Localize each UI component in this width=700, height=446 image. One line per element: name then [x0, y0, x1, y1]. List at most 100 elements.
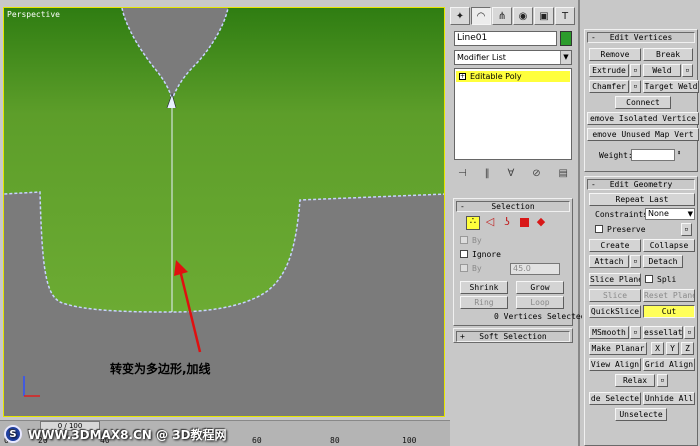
edit-vertices-rollout: - Edit Vertices Remove Break Extrude ▫ We…: [584, 29, 699, 172]
soft-selection-rollout: + Soft Selection: [453, 328, 573, 343]
msmooth-settings-icon[interactable]: ▫: [630, 326, 641, 339]
extrude-button[interactable]: Extrude: [589, 64, 629, 77]
border-mode-icon[interactable]: ʖ: [500, 216, 514, 230]
polygon-mode-icon[interactable]: [517, 216, 531, 230]
spinner-arrows-icon[interactable]: ⬍: [677, 149, 681, 157]
attach-list-icon[interactable]: ▫: [630, 255, 641, 268]
expand-icon[interactable]: +: [459, 73, 466, 80]
display-tab-icon[interactable]: ▣: [534, 7, 554, 25]
loop-button[interactable]: Loop: [516, 296, 564, 309]
msmooth-button[interactable]: MSmooth: [589, 326, 629, 339]
split-label: Spli: [657, 275, 677, 284]
timeline-tick: 80: [330, 436, 340, 445]
repeat-last-button[interactable]: Repeat Last: [589, 193, 695, 206]
unhide-all-button[interactable]: Unhide All: [643, 392, 695, 405]
make-planar-button[interactable]: Make Planar: [589, 342, 647, 355]
relax-settings-icon[interactable]: ▫: [657, 374, 668, 387]
reset-plane-button[interactable]: Reset Plane: [643, 289, 695, 302]
ignore-backfacing-checkbox[interactable]: [460, 250, 468, 258]
constraints-dropdown[interactable]: None ▼: [645, 208, 695, 220]
modifier-list-dropdown[interactable]: Modifier List ▼: [454, 50, 572, 65]
remove-modifier-icon[interactable]: ⊘: [532, 168, 540, 179]
utilities-tab-icon[interactable]: T: [555, 7, 575, 25]
preserve-uvs-checkbox[interactable]: [595, 225, 603, 233]
pin-stack-icon[interactable]: ⊣: [458, 168, 467, 179]
object-color-swatch[interactable]: [560, 31, 572, 46]
relax-button[interactable]: Relax: [615, 374, 655, 387]
hide-selected-button[interactable]: de Selecte: [589, 392, 641, 405]
vertex-mode-icon[interactable]: ∴: [466, 216, 480, 230]
by-angle-checkbox[interactable]: [460, 264, 468, 272]
selection-rollout-header[interactable]: - Selection: [456, 201, 570, 212]
collapse-button[interactable]: Collapse: [643, 239, 695, 252]
chamfer-button[interactable]: Chamfer: [589, 80, 629, 93]
watermark-text: WWW.3DMAX8.CN @ 3D教程网: [28, 427, 227, 442]
poly-mesh[interactable]: [4, 8, 445, 312]
stack-item-editable-poly[interactable]: + Editable Poly: [456, 71, 570, 82]
edit-geometry-header[interactable]: - Edit Geometry: [587, 179, 695, 190]
mesh-canvas: [4, 8, 445, 397]
remove-isolated-vertices-button[interactable]: emove Isolated Vertice: [587, 112, 699, 125]
perspective-viewport[interactable]: Perspective 转变为多边形,加线: [3, 7, 445, 417]
angle-spinner[interactable]: 45.0: [510, 263, 560, 275]
break-button[interactable]: Break: [643, 48, 693, 61]
chamfer-settings-icon[interactable]: ▫: [630, 80, 641, 93]
weight-spinner[interactable]: [631, 149, 675, 161]
preserve-uvs-label: Preserve: [607, 225, 646, 234]
ring-button[interactable]: Ring: [460, 296, 508, 309]
detach-button[interactable]: Detach: [643, 255, 683, 268]
axis-tripod-icon: [23, 376, 40, 397]
selection-rollout: - Selection ∴ ◁ ʖ ◆ By Ignore By 45.0 Shr…: [453, 198, 586, 326]
modifier-stack[interactable]: + Editable Poly: [454, 68, 572, 160]
view-align-button[interactable]: View Align: [589, 358, 641, 371]
stack-tools: ⊣ ‖ ∀ ⊘ ▤: [454, 165, 572, 181]
grow-button[interactable]: Grow: [516, 281, 564, 294]
make-unique-icon[interactable]: ∀: [508, 168, 515, 179]
configure-sets-icon[interactable]: ▤: [559, 168, 568, 179]
ignore-backfacing-label: Ignore: [472, 250, 501, 259]
create-button[interactable]: Create: [589, 239, 641, 252]
constraints-value: None: [648, 209, 669, 218]
attach-button[interactable]: Attach: [589, 255, 629, 268]
motion-tab-icon[interactable]: ◉: [513, 7, 533, 25]
quickslice-button[interactable]: QuickSlice: [589, 305, 641, 318]
edge-mode-icon[interactable]: ◁: [483, 216, 497, 230]
show-end-result-icon[interactable]: ‖: [485, 168, 490, 179]
planar-x-button[interactable]: X: [651, 342, 664, 355]
planar-z-button[interactable]: Z: [681, 342, 694, 355]
preserve-settings-icon[interactable]: ▫: [681, 223, 692, 236]
weight-label: Weight:: [599, 151, 633, 160]
by-vertex-checkbox[interactable]: [460, 236, 468, 244]
modify-tab-icon[interactable]: ◠: [471, 7, 491, 25]
tessellate-settings-icon[interactable]: ▫: [684, 326, 695, 339]
split-checkbox[interactable]: [645, 275, 653, 283]
timeline-tick: 60: [252, 436, 262, 445]
extrude-settings-icon[interactable]: ▫: [630, 64, 641, 77]
hide-unselected-button[interactable]: Unselecte: [615, 408, 667, 421]
connect-button[interactable]: Connect: [615, 96, 671, 109]
weld-settings-icon[interactable]: ▫: [682, 64, 693, 77]
object-name-field[interactable]: Line01: [454, 31, 557, 46]
remove-button[interactable]: Remove: [589, 48, 641, 61]
command-panel: ✦ ◠ ⋔ ◉ ▣ T Line01 Modifier List ▼ + Edi…: [450, 3, 586, 446]
panel-divider: [578, 0, 580, 446]
tessellate-button[interactable]: essellat: [643, 326, 683, 339]
timeline-tick: 100: [402, 436, 417, 445]
create-tab-icon[interactable]: ✦: [450, 7, 470, 25]
planar-y-button[interactable]: Y: [666, 342, 679, 355]
hierarchy-tab-icon[interactable]: ⋔: [492, 7, 512, 25]
by-vertex-label: By: [472, 236, 482, 245]
slice-button[interactable]: Slice: [589, 289, 641, 302]
watermark: S WWW.3DMAX8.CN @ 3D教程网: [4, 424, 227, 444]
viewport-label[interactable]: Perspective: [7, 10, 60, 19]
edit-vertices-header[interactable]: - Edit Vertices: [587, 32, 695, 43]
soft-selection-rollout-header[interactable]: + Soft Selection: [456, 331, 570, 342]
grid-align-button[interactable]: Grid Align: [643, 358, 695, 371]
slice-plane-button[interactable]: Slice Plane: [589, 273, 641, 286]
weld-button[interactable]: Weld: [643, 64, 681, 77]
cut-button[interactable]: Cut: [643, 305, 695, 318]
element-mode-icon[interactable]: ◆: [534, 216, 548, 230]
target-weld-button[interactable]: Target Weld: [643, 80, 699, 93]
remove-unused-map-verts-button[interactable]: emove Unused Map Vert: [587, 128, 699, 141]
shrink-button[interactable]: Shrink: [460, 281, 508, 294]
